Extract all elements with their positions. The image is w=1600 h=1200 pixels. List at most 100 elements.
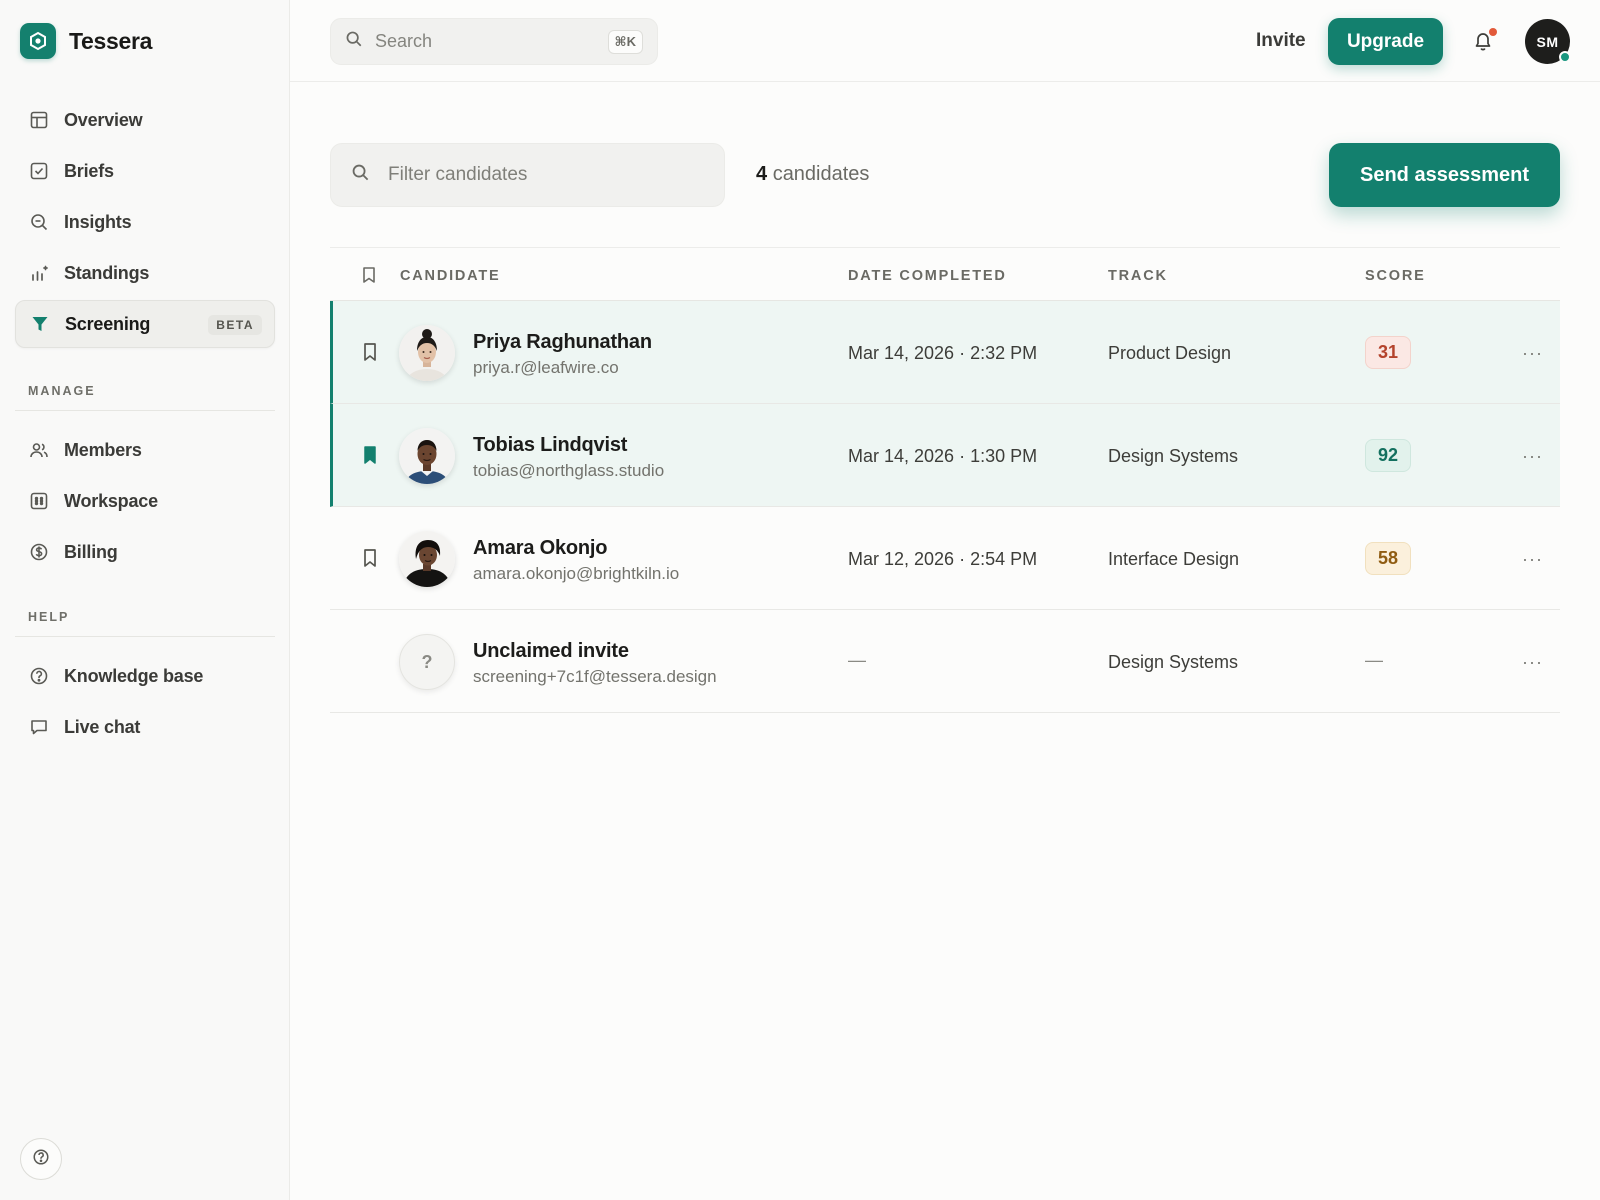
chat-icon [29, 717, 49, 737]
row-actions-button[interactable]: ··· [1522, 549, 1543, 570]
nav-item-billing[interactable]: Billing [15, 528, 275, 576]
filter-candidates-box[interactable]: Filter candidates [330, 143, 725, 207]
user-initials: SM [1536, 33, 1559, 50]
online-status-indicator [1559, 51, 1571, 63]
candidate-count-label: candidates [772, 163, 870, 185]
primary-nav: Overview Briefs Insights Standings Scree… [15, 96, 275, 351]
candidate-avatar [399, 531, 455, 587]
candidates-table: CANDIDATE DATE COMPLETED TRACK SCORE Pri… [330, 247, 1560, 713]
nav-label: Live chat [64, 716, 141, 737]
candidate-avatar [399, 325, 455, 381]
column-header-date-completed[interactable]: DATE COMPLETED [848, 268, 1007, 284]
nav-label: Insights [64, 211, 132, 232]
manage-nav: Members Workspace Billing [15, 426, 275, 579]
search-icon [345, 30, 363, 53]
nav-item-insights[interactable]: Insights [15, 198, 275, 246]
help-button[interactable] [20, 1138, 62, 1180]
track: Interface Design [1108, 549, 1240, 569]
section-label-manage: MANAGE [28, 384, 96, 398]
bookmark-filled-icon[interactable] [362, 445, 378, 470]
notification-dot [1489, 28, 1497, 36]
nav-item-overview[interactable]: Overview [15, 96, 275, 144]
divider [15, 636, 275, 637]
table-row[interactable]: Priya Raghunathan priya.r@leafwire.co Ma… [330, 301, 1560, 404]
filter-candidates-input[interactable]: Filter candidates [388, 164, 527, 186]
candidate-email: screening+7c1f@tessera.design [473, 667, 717, 686]
nav-item-screening[interactable]: Screening BETA [15, 300, 275, 348]
search-input[interactable]: Search [375, 31, 608, 52]
date-completed: Mar 14, 2026 · 1:30 PM [848, 446, 1038, 466]
candidate-count-number: 4 [756, 163, 768, 185]
user-avatar[interactable]: SM [1525, 19, 1571, 64]
search-insight-icon [29, 212, 49, 232]
notifications-button[interactable] [1473, 28, 1497, 56]
date-completed: — [848, 650, 866, 670]
nav-label: Screening [65, 313, 151, 334]
brand-logo-icon [20, 23, 56, 59]
score-empty: — [1365, 650, 1383, 670]
upgrade-button[interactable]: Upgrade [1328, 18, 1443, 65]
candidate-email: tobias@northglass.studio [473, 461, 665, 480]
candidate-count: 4 candidates [756, 163, 869, 186]
unknown-avatar: ? [399, 634, 455, 690]
nav-item-live-chat[interactable]: Live chat [15, 703, 275, 751]
candidate-email: amara.okonjo@brightkiln.io [473, 564, 680, 583]
bookmark-icon[interactable] [362, 342, 378, 367]
divider [15, 410, 275, 411]
funnel-icon [30, 314, 50, 334]
nav-item-members[interactable]: Members [15, 426, 275, 474]
row-actions-button[interactable]: ··· [1522, 652, 1543, 673]
brand[interactable]: Tessera [20, 23, 152, 59]
nav-item-briefs[interactable]: Briefs [15, 147, 275, 195]
help-circle-icon [32, 1148, 50, 1171]
column-header-candidate[interactable]: CANDIDATE [400, 268, 501, 284]
date-completed: Mar 12, 2026 · 2:54 PM [848, 549, 1038, 569]
table-header: CANDIDATE DATE COMPLETED TRACK SCORE [330, 247, 1560, 301]
nav-item-knowledge-base[interactable]: Knowledge base [15, 652, 275, 700]
column-header-score[interactable]: SCORE [1365, 268, 1426, 284]
help-circle-icon [29, 666, 49, 686]
track: Product Design [1108, 343, 1232, 363]
bookmark-header-icon[interactable] [361, 266, 377, 289]
candidate-avatar [399, 428, 455, 484]
track: Design Systems [1108, 652, 1239, 672]
track: Design Systems [1108, 446, 1239, 466]
section-label-help: HELP [28, 610, 70, 624]
candidate-email: priya.r@leafwire.co [473, 358, 619, 377]
search-box[interactable]: Search ⌘K [330, 18, 658, 65]
send-assessment-button[interactable]: Send assessment [1329, 143, 1560, 207]
checkbox-icon [29, 161, 49, 181]
candidate-name[interactable]: Tobias Lindqvist [473, 434, 627, 457]
bookmark-icon[interactable] [362, 548, 378, 573]
row-actions-button[interactable]: ··· [1522, 446, 1543, 467]
topbar: Search ⌘K Invite Upgrade SM [290, 0, 1600, 82]
nav-label: Billing [64, 541, 118, 562]
nav-label: Standings [64, 262, 150, 283]
shortcut-hint: ⌘K [607, 29, 643, 54]
candidate-name[interactable]: Priya Raghunathan [473, 331, 652, 354]
users-icon [29, 440, 49, 460]
nav-item-workspace[interactable]: Workspace [15, 477, 275, 525]
nav-label: Briefs [64, 160, 114, 181]
date-completed: Mar 14, 2026 · 2:32 PM [848, 343, 1038, 363]
table-row[interactable]: Tobias Lindqvist tobias@northglass.studi… [330, 404, 1560, 507]
nav-item-standings[interactable]: Standings [15, 249, 275, 297]
bell-icon [1473, 33, 1493, 56]
help-nav: Knowledge base Live chat [15, 652, 275, 754]
beta-badge: BETA [208, 315, 262, 335]
layout-icon [29, 110, 49, 130]
score-badge: 58 [1365, 542, 1411, 575]
column-header-track[interactable]: TRACK [1108, 268, 1168, 284]
nav-label: Overview [64, 109, 143, 130]
score-badge: 92 [1365, 439, 1411, 472]
nav-label: Members [64, 439, 142, 460]
table-row[interactable]: Amara Okonjo amara.okonjo@brightkiln.io … [330, 507, 1560, 610]
grid-icon [29, 491, 49, 511]
candidate-name[interactable]: Unclaimed invite [473, 640, 629, 663]
invite-button[interactable]: Invite [1256, 30, 1306, 52]
dollar-coin-icon [29, 542, 49, 562]
table-row[interactable]: ? Unclaimed invite screening+7c1f@tesser… [330, 610, 1560, 713]
row-actions-button[interactable]: ··· [1522, 343, 1543, 364]
candidate-name[interactable]: Amara Okonjo [473, 537, 608, 560]
nav-label: Workspace [64, 490, 158, 511]
